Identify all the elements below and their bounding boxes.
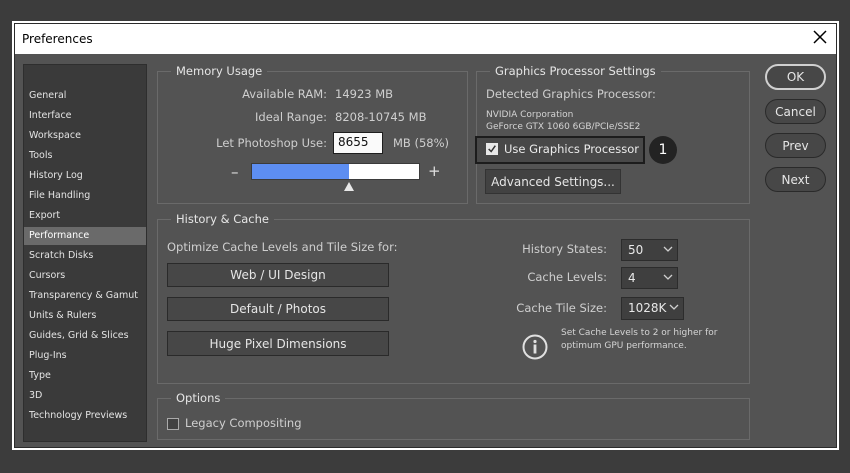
use-gpu-checkbox[interactable]	[486, 143, 498, 155]
memory-decrease-button[interactable]: –	[231, 163, 239, 181]
memory-input[interactable]: 8655	[333, 132, 383, 154]
prev-button[interactable]: Prev	[765, 133, 826, 158]
sidebar: General Interface Workspace Tools History Lo…	[23, 64, 147, 442]
memory-slider[interactable]	[251, 163, 420, 180]
sidebar-item-export[interactable]: Export	[24, 207, 146, 225]
ok-button[interactable]: OK	[765, 64, 826, 90]
sidebar-item-tools[interactable]: Tools	[24, 147, 146, 165]
sidebar-item-cursors[interactable]: Cursors	[24, 267, 146, 285]
available-ram-label: Available RAM:	[242, 87, 327, 101]
available-ram-value: 14923 MB	[335, 87, 394, 101]
gpu-settings-title: Graphics Processor Settings	[490, 64, 661, 78]
cache-tile-size-label: Cache Tile Size:	[516, 301, 607, 315]
cache-levels-label: Cache Levels:	[527, 270, 607, 284]
sidebar-item-scratch-disks[interactable]: Scratch Disks	[24, 247, 146, 265]
history-states-label: History States:	[522, 242, 607, 256]
history-states-select[interactable]: 50	[621, 239, 678, 261]
sidebar-item-performance[interactable]: Performance	[24, 227, 146, 245]
gpu-vendor: NVIDIA Corporation	[486, 110, 574, 120]
checkmark-icon	[488, 145, 496, 153]
ideal-range-value: 8208-10745 MB	[335, 110, 427, 124]
sidebar-item-guides-grid-slices[interactable]: Guides, Grid & Slices	[24, 327, 146, 345]
info-icon	[522, 334, 548, 360]
sidebar-item-type[interactable]: Type	[24, 367, 146, 385]
legacy-compositing-checkbox[interactable]	[167, 418, 179, 430]
ideal-range-label: Ideal Range:	[255, 110, 327, 124]
let-photoshop-use-label: Let Photoshop Use:	[216, 136, 327, 150]
memory-slider-thumb[interactable]	[344, 182, 355, 191]
cache-levels-value: 4	[628, 271, 636, 285]
chevron-down-icon	[663, 274, 673, 280]
sidebar-item-units-rulers[interactable]: Units & Rulers	[24, 307, 146, 325]
cache-tile-size-value: 1028K	[628, 301, 667, 315]
cache-info-line1: Set Cache Levels to 2 or higher for	[561, 328, 718, 338]
memory-unit: MB (58%)	[393, 136, 450, 150]
cache-tile-size-select[interactable]: 1028K	[621, 297, 684, 320]
memory-slider-fill	[252, 164, 349, 179]
history-cache-title: History & Cache	[171, 212, 274, 226]
sidebar-item-history-log[interactable]: History Log	[24, 167, 146, 185]
title-bar: Preferences	[15, 24, 836, 54]
use-gpu-label[interactable]: Use Graphics Processor	[504, 142, 639, 156]
gpu-settings-group: Graphics Processor Settings Detected Gra…	[475, 64, 750, 204]
default-photos-button[interactable]: Default / Photos	[167, 297, 389, 321]
options-group: Options Legacy Compositing	[157, 391, 750, 440]
cache-levels-select[interactable]: 4	[621, 267, 678, 289]
frame-right	[837, 21, 839, 450]
window-title: Preferences	[22, 32, 93, 46]
history-states-value: 50	[628, 243, 644, 257]
preferences-dialog: Preferences General Interface Workspace Too…	[14, 23, 837, 448]
optimize-label: Optimize Cache Levels and Tile Size for:	[167, 240, 398, 254]
memory-usage-title: Memory Usage	[171, 64, 268, 78]
sidebar-item-interface[interactable]: Interface	[24, 107, 146, 125]
sidebar-item-technology-previews[interactable]: Technology Previews	[24, 407, 146, 425]
chevron-down-icon	[663, 246, 673, 252]
memory-usage-group: Memory Usage Available RAM: 14923 MB Ide…	[157, 64, 468, 204]
advanced-settings-button[interactable]: Advanced Settings...	[485, 169, 621, 194]
close-icon[interactable]	[812, 29, 828, 45]
sidebar-item-workspace[interactable]: Workspace	[24, 127, 146, 145]
next-button[interactable]: Next	[765, 167, 826, 192]
frame-bottom	[12, 448, 839, 450]
step-badge: 1	[649, 136, 677, 164]
gpu-model: GeForce GTX 1060 6GB/PCIe/SSE2	[486, 122, 641, 132]
options-title: Options	[171, 391, 226, 405]
chevron-down-icon	[669, 304, 679, 310]
legacy-compositing-label[interactable]: Legacy Compositing	[185, 416, 302, 430]
cancel-button[interactable]: Cancel	[765, 99, 826, 124]
sidebar-item-file-handling[interactable]: File Handling	[24, 187, 146, 205]
detected-gpu-label: Detected Graphics Processor:	[486, 87, 656, 101]
memory-increase-button[interactable]: +	[428, 162, 441, 180]
huge-pixel-dimensions-button[interactable]: Huge Pixel Dimensions	[167, 331, 389, 356]
sidebar-item-3d[interactable]: 3D	[24, 387, 146, 405]
sidebar-item-transparency-gamut[interactable]: Transparency & Gamut	[24, 287, 146, 305]
history-cache-group: History & Cache Optimize Cache Levels an…	[157, 212, 750, 384]
sidebar-item-general[interactable]: General	[24, 87, 146, 105]
web-ui-design-button[interactable]: Web / UI Design	[167, 263, 389, 287]
cache-info-line2: optimum GPU performance.	[561, 341, 687, 351]
sidebar-item-plug-ins[interactable]: Plug-Ins	[24, 347, 146, 365]
